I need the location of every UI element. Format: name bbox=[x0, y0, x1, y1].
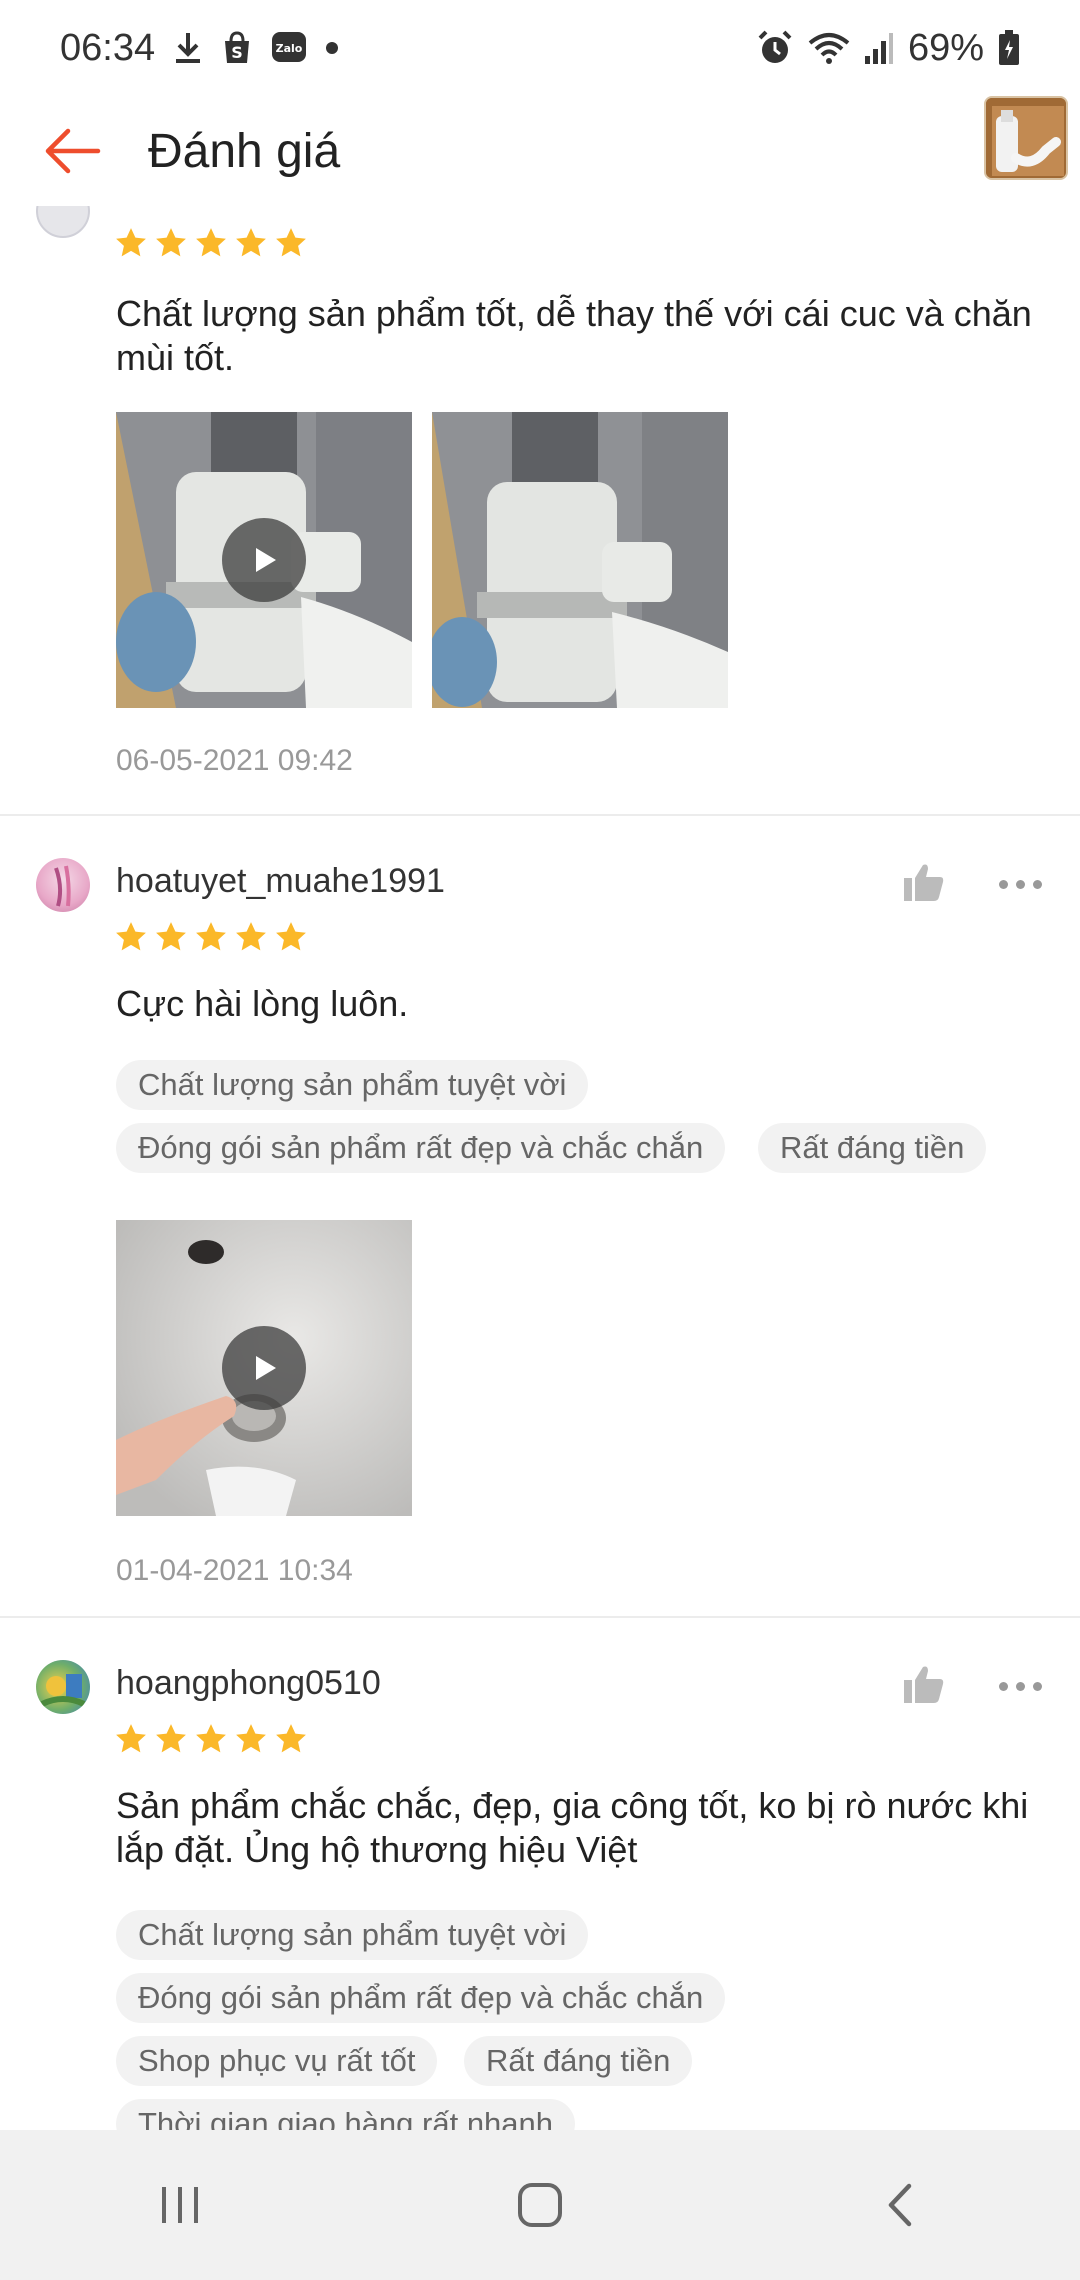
review-tag: Rất đáng tiền bbox=[464, 2036, 693, 2086]
review-image[interactable] bbox=[432, 412, 728, 708]
signal-icon bbox=[864, 32, 894, 64]
star-icon bbox=[156, 228, 186, 257]
avatar[interactable] bbox=[36, 206, 90, 238]
wifi-icon bbox=[808, 31, 850, 65]
back-icon bbox=[888, 2183, 912, 2227]
review-text: Cực hài lòng luôn. bbox=[116, 983, 409, 1024]
rating-stars bbox=[114, 1722, 308, 1756]
star-icon bbox=[276, 1724, 306, 1753]
back-arrow-icon bbox=[45, 128, 101, 174]
system-nav-bar bbox=[0, 2130, 1080, 2280]
review-tag: Chất lượng sản phẩm tuyệt vời bbox=[116, 1910, 589, 1960]
avatar[interactable] bbox=[36, 858, 90, 912]
svg-text:S: S bbox=[231, 43, 243, 62]
username[interactable]: hoatuyet_muahe1991 bbox=[116, 862, 445, 901]
avatar[interactable] bbox=[36, 1660, 90, 1714]
home-icon bbox=[518, 2183, 562, 2227]
review-date: 01-04-2021 10:34 bbox=[116, 1554, 353, 1587]
zalo-icon: Zalo bbox=[271, 31, 307, 65]
thumbs-up-icon bbox=[904, 1666, 944, 1703]
play-icon bbox=[222, 518, 306, 602]
home-button[interactable] bbox=[480, 2155, 600, 2255]
review-tag: Thời gian giao hàng rất nhanh bbox=[116, 2099, 576, 2130]
review-video[interactable] bbox=[116, 412, 412, 708]
app-bar: Đánh giá bbox=[0, 96, 1080, 206]
review-tag: Rất đáng tiền bbox=[758, 1123, 987, 1173]
recents-icon bbox=[162, 2187, 198, 2223]
rating-stars bbox=[114, 226, 308, 260]
battery-icon bbox=[998, 30, 1020, 66]
more-options-button[interactable] bbox=[990, 864, 1050, 904]
thumbs-up-icon bbox=[904, 864, 944, 901]
review-text: Sản phẩm chắc chắc, đẹp, gia công tốt, k… bbox=[116, 1785, 1029, 1870]
review-tag: Chất lượng sản phẩm tuyệt vời bbox=[116, 1060, 589, 1110]
page-title: Đánh giá bbox=[148, 124, 341, 178]
star-icon bbox=[116, 228, 146, 257]
svg-text:Zalo: Zalo bbox=[276, 42, 303, 55]
star-icon bbox=[236, 1724, 266, 1753]
star-icon bbox=[196, 228, 226, 257]
review-text: Chất lượng sản phẩm tốt, dễ thay thế với… bbox=[116, 293, 1032, 378]
star-icon bbox=[276, 922, 306, 951]
back-button[interactable] bbox=[22, 101, 122, 201]
star-icon bbox=[156, 1724, 186, 1753]
star-icon bbox=[156, 922, 186, 951]
dot-icon bbox=[325, 41, 339, 55]
more-options-button[interactable] bbox=[990, 1666, 1050, 1706]
review-tag: Đóng gói sản phẩm rất đẹp và chắc chắn bbox=[116, 1123, 726, 1173]
like-button[interactable] bbox=[898, 856, 950, 908]
status-bar: 06:34 S Zalo 69% bbox=[0, 0, 1080, 96]
nav-back-button[interactable] bbox=[840, 2155, 960, 2255]
status-time: 06:34 bbox=[60, 26, 156, 69]
download-icon bbox=[173, 31, 203, 65]
product-thumbnail[interactable] bbox=[984, 96, 1068, 180]
reviews-list[interactable]: Chất lượng sản phẩm tốt, dễ thay thế với… bbox=[0, 206, 1080, 2130]
review-tag: Shop phục vụ rất tốt bbox=[116, 2036, 438, 2086]
like-button[interactable] bbox=[898, 1658, 950, 1710]
screen: 06:34 S Zalo 69% Đánh giá Chất lượng sản… bbox=[0, 0, 1080, 2280]
review-tag: Đóng gói sản phẩm rất đẹp và chắc chắn bbox=[116, 1973, 726, 2023]
review-video[interactable] bbox=[116, 1220, 412, 1516]
recents-button[interactable] bbox=[120, 2155, 240, 2255]
play-icon bbox=[222, 1326, 306, 1410]
review-card: hoatuyet_muahe1991 Cực hài lòng luôn. Ch… bbox=[0, 816, 1080, 1616]
star-icon bbox=[236, 922, 266, 951]
rating-stars bbox=[114, 920, 308, 954]
username[interactable]: hoangphong0510 bbox=[116, 1664, 381, 1703]
alarm-icon bbox=[756, 29, 794, 67]
star-icon bbox=[116, 1724, 146, 1753]
star-icon bbox=[276, 228, 306, 257]
review-card: hoangphong0510 Sản phẩm chắc chắc, đẹp, … bbox=[0, 1618, 1080, 2130]
battery-percent: 69% bbox=[907, 26, 984, 69]
star-icon bbox=[116, 922, 146, 951]
star-icon bbox=[236, 228, 266, 257]
review-date: 06-05-2021 09:42 bbox=[116, 744, 353, 777]
star-icon bbox=[196, 1724, 226, 1753]
shopee-icon: S bbox=[221, 31, 253, 65]
star-icon bbox=[196, 922, 226, 951]
